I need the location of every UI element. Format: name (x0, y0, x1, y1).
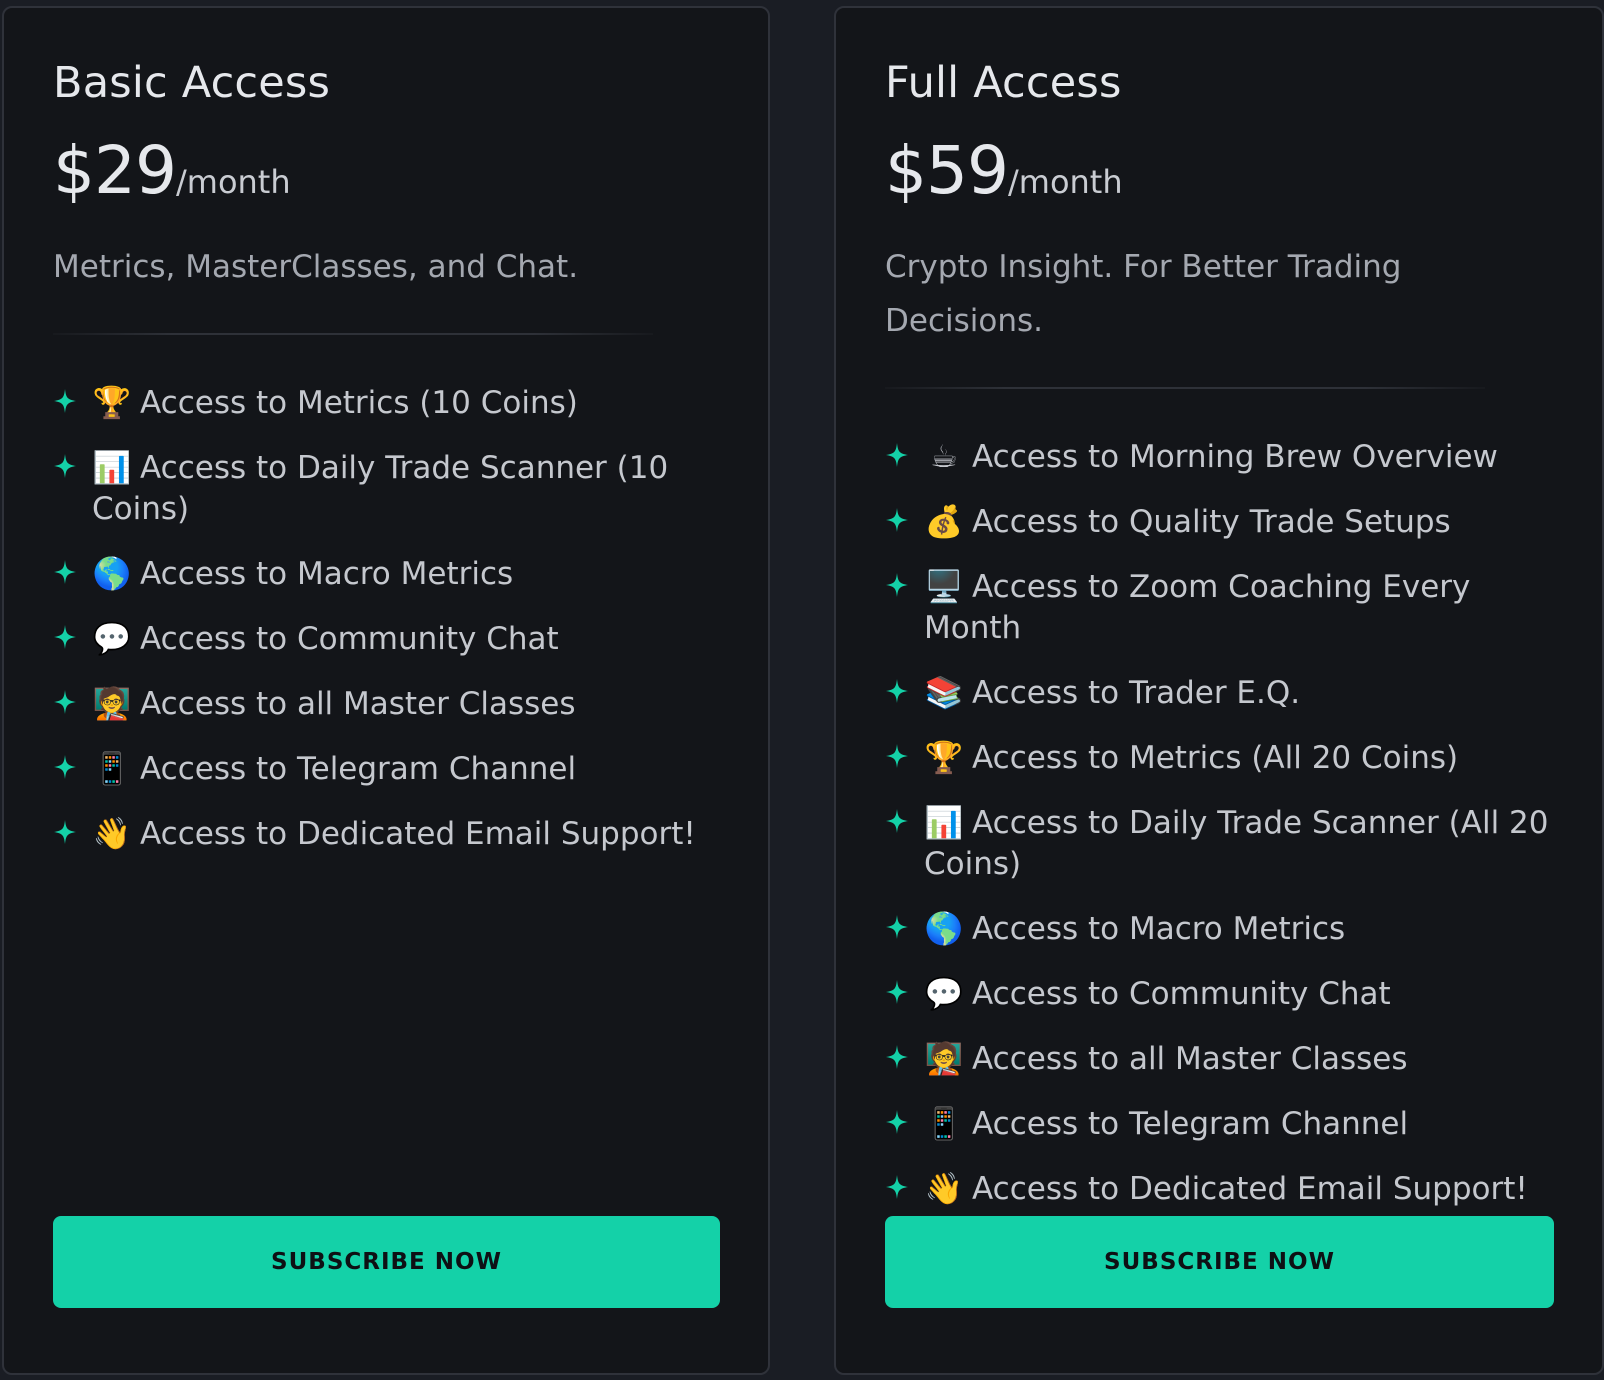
sparkle-icon (886, 508, 908, 532)
feature-emoji-icon: 🌎 (924, 911, 964, 947)
plan-price: $59 (885, 132, 1009, 209)
sparkle-icon (886, 443, 908, 467)
feature-text: Access to Trader E.Q. (972, 675, 1301, 711)
feature-emoji-icon: ☕ (930, 439, 958, 475)
feature-list: 🏆 Access to Metrics (10 Coins) 📊 Access to … (53, 383, 720, 879)
plan-title: Full Access (885, 58, 1122, 108)
feature-item: 💬 Access to Community Chat (885, 974, 1554, 1015)
sparkle-icon (54, 755, 76, 779)
feature-item: 📚 Access to Trader E.Q. (885, 673, 1554, 714)
feature-item: 📱 Access to Telegram Channel (53, 749, 720, 790)
plan-card-full: Full Access $59/month Crypto Insight. Fo… (834, 6, 1604, 1375)
feature-emoji-icon: 🖥️ (924, 569, 964, 605)
feature-emoji-icon: 🧑‍🏫 (92, 686, 132, 722)
feature-text: Access to Community Chat (140, 621, 559, 657)
sparkle-icon (886, 1175, 908, 1199)
feature-item: 🏆 Access to Metrics (All 20 Coins) (885, 738, 1554, 779)
plan-divider (885, 387, 1485, 389)
subscribe-button-basic[interactable]: SUBSCRIBE NOW (53, 1216, 720, 1308)
feature-emoji-icon: 💬 (92, 621, 132, 657)
feature-emoji-icon: 👋 (924, 1171, 964, 1207)
sparkle-icon (54, 389, 76, 413)
feature-list: ☕ Access to Morning Brew Overview 💰 Access … (885, 437, 1554, 1234)
feature-emoji-icon: 📊 (924, 805, 964, 841)
feature-emoji-icon: 🏆 (92, 385, 132, 421)
feature-item: 🧑‍🏫 Access to all Master Classes (53, 684, 720, 725)
sparkle-icon (886, 679, 908, 703)
feature-item: 📊 Access to Daily Trade Scanner (All 20 C… (885, 803, 1554, 885)
plan-tagline: Crypto Insight. For Better Trading Decis… (885, 249, 1402, 339)
feature-emoji-icon: 📱 (924, 1106, 964, 1142)
plan-tagline: Metrics, MasterClasses, and Chat. (53, 249, 579, 285)
feature-item: 💰 Access to Quality Trade Setups (885, 502, 1554, 543)
feature-emoji-icon: 💬 (924, 976, 964, 1012)
plan-price-row: $29/month (53, 132, 291, 209)
sparkle-icon (54, 625, 76, 649)
sparkle-icon (886, 809, 908, 833)
sparkle-icon (886, 744, 908, 768)
sparkle-icon (54, 560, 76, 584)
feature-item: 📊 Access to Daily Trade Scanner (10 Coins… (53, 448, 720, 530)
feature-emoji-icon: 🏆 (924, 740, 964, 776)
sparkle-icon (54, 690, 76, 714)
plan-period: /month (175, 163, 291, 201)
feature-emoji-icon: 📊 (92, 450, 132, 486)
plan-title: Basic Access (53, 58, 331, 108)
feature-text: Access to Quality Trade Setups (972, 504, 1451, 540)
feature-text: Access to Macro Metrics (972, 911, 1346, 947)
plan-price: $29 (53, 132, 177, 209)
sparkle-icon (886, 573, 908, 597)
feature-text: Access to Metrics (10 Coins) (140, 385, 578, 421)
feature-text: Access to Daily Trade Scanner (All 20 Co… (924, 805, 1549, 882)
feature-emoji-icon: 🧑‍🏫 (924, 1041, 964, 1077)
feature-emoji-icon: 📱 (92, 751, 132, 787)
feature-item: 🧑‍🏫 Access to all Master Classes (885, 1039, 1554, 1080)
feature-item: 🏆 Access to Metrics (10 Coins) (53, 383, 720, 424)
sparkle-icon (886, 980, 908, 1004)
feature-text: Access to Zoom Coaching Every Month (924, 569, 1471, 646)
feature-text: Access to Morning Brew Overview (972, 439, 1498, 475)
sparkle-icon (886, 1045, 908, 1069)
feature-text: Access to Metrics (All 20 Coins) (972, 740, 1459, 776)
feature-emoji-icon: 💰 (924, 504, 964, 540)
feature-text: Access to Telegram Channel (140, 751, 577, 787)
sparkle-icon (54, 454, 76, 478)
feature-emoji-icon: 📚 (924, 675, 964, 711)
plan-price-row: $59/month (885, 132, 1123, 209)
feature-item: 📱 Access to Telegram Channel (885, 1104, 1554, 1145)
feature-text: Access to Dedicated Email Support! (140, 816, 696, 852)
feature-emoji-icon: 👋 (92, 816, 132, 852)
feature-text: Access to all Master Classes (972, 1041, 1408, 1077)
feature-text: Access to Dedicated Email Support! (972, 1171, 1528, 1207)
feature-item: 🖥️ Access to Zoom Coaching Every Month (885, 567, 1554, 649)
plan-divider (53, 333, 653, 335)
plan-card-content: Basic Access $29/month Metrics, MasterCl… (53, 8, 720, 1373)
feature-emoji-icon: 🌎 (92, 556, 132, 592)
feature-item: 👋 Access to Dedicated Email Support! (53, 814, 720, 855)
plan-card-basic: Basic Access $29/month Metrics, MasterCl… (2, 6, 770, 1375)
plan-card-content: Full Access $59/month Crypto Insight. Fo… (885, 8, 1554, 1373)
feature-item: 💬 Access to Community Chat (53, 619, 720, 660)
feature-item: 🌎 Access to Macro Metrics (885, 909, 1554, 950)
feature-text: Access to Daily Trade Scanner (10 Coins) (92, 450, 669, 527)
pricing-page: Basic Access $29/month Metrics, MasterCl… (0, 0, 1604, 1380)
feature-item: ☕ Access to Morning Brew Overview (885, 437, 1554, 478)
sparkle-icon (54, 820, 76, 844)
sparkle-icon (886, 1110, 908, 1134)
feature-item: 👋 Access to Dedicated Email Support! (885, 1169, 1554, 1210)
feature-text: Access to all Master Classes (140, 686, 576, 722)
feature-text: Access to Macro Metrics (140, 556, 514, 592)
subscribe-button-full[interactable]: SUBSCRIBE NOW (885, 1216, 1554, 1308)
feature-text: Access to Telegram Channel (972, 1106, 1409, 1142)
feature-text: Access to Community Chat (972, 976, 1391, 1012)
plan-period: /month (1007, 163, 1123, 201)
feature-item: 🌎 Access to Macro Metrics (53, 554, 720, 595)
sparkle-icon (886, 915, 908, 939)
